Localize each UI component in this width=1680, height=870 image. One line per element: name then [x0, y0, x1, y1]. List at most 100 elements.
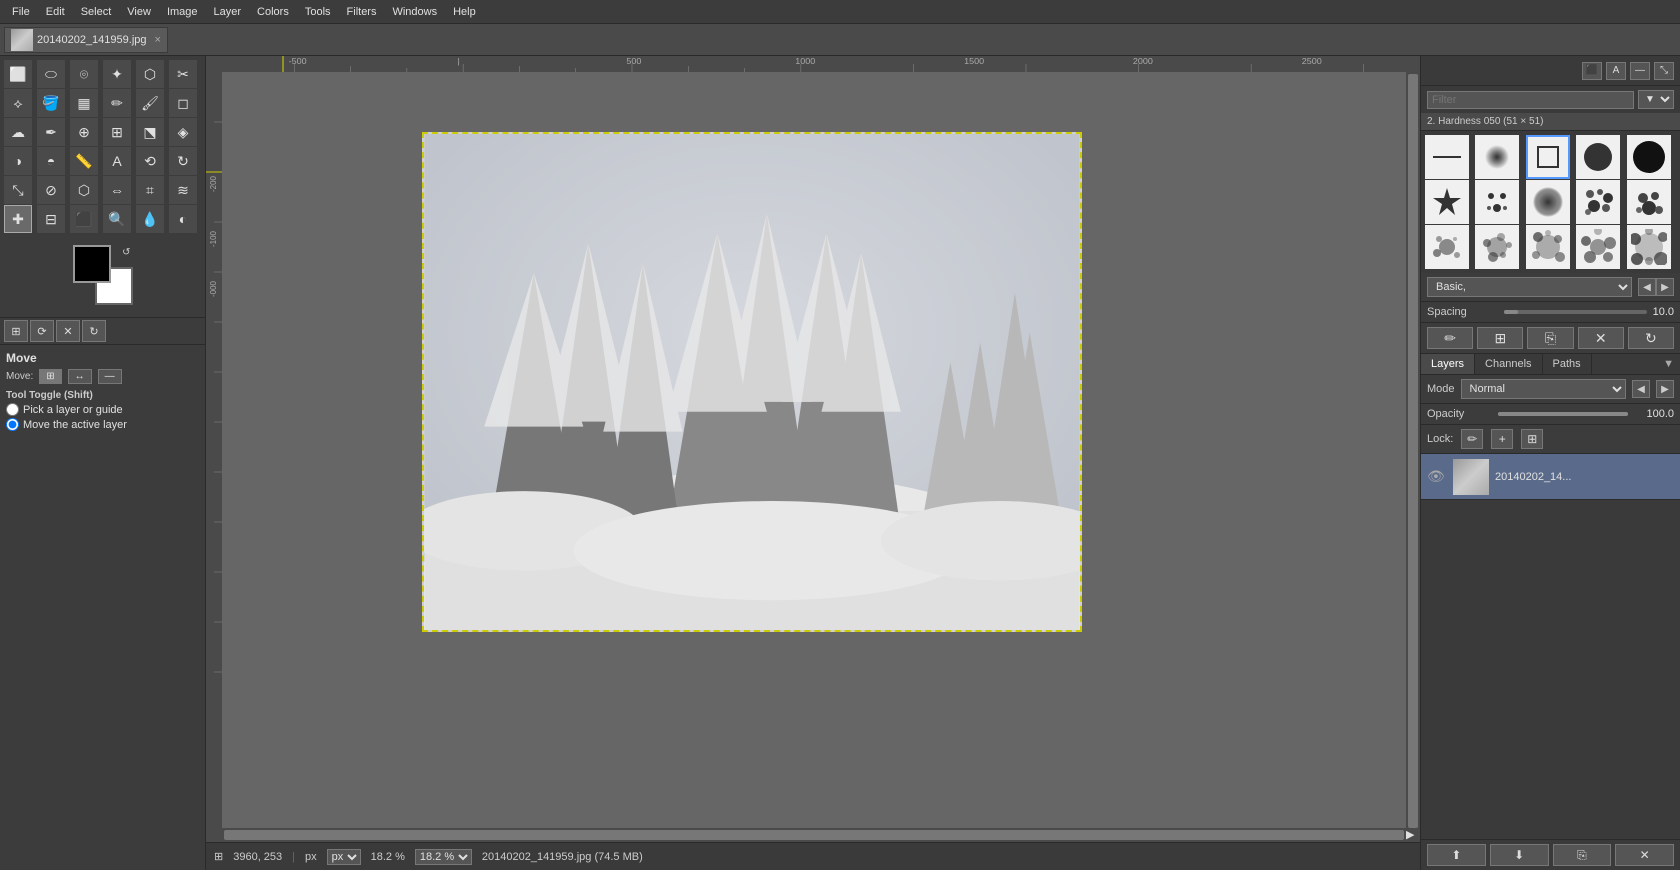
brush-next-btn[interactable]: ▶	[1656, 278, 1674, 296]
lock-pixels-btn[interactable]: ✏	[1461, 429, 1483, 449]
foreground-color-box[interactable]	[73, 245, 111, 283]
brush-cell-splat1[interactable]	[1425, 225, 1469, 269]
menu-item-help[interactable]: Help	[445, 4, 484, 20]
tool-ink[interactable]: ✒	[37, 118, 65, 146]
menu-item-layer[interactable]: Layer	[206, 4, 250, 20]
tool-perspective-clone[interactable]: ⬔	[136, 118, 164, 146]
menu-item-image[interactable]: Image	[159, 4, 206, 20]
brush-edit-btn[interactable]: ✏	[1427, 327, 1473, 349]
brush-cell-star[interactable]	[1425, 180, 1469, 224]
tool-cage[interactable]: ⌗	[136, 176, 164, 204]
menu-item-view[interactable]: View	[119, 4, 159, 20]
tool-flip[interactable]: ⇔	[103, 176, 131, 204]
brush-filter-input[interactable]	[1427, 91, 1634, 109]
tool-warp-transform[interactable]: ≋	[169, 176, 197, 204]
scrollbar-v-thumb[interactable]	[1408, 74, 1418, 828]
tool-by-color-select[interactable]: ⬡	[136, 60, 164, 88]
tab-channels[interactable]: Channels	[1475, 354, 1542, 374]
tool-align[interactable]: ⊟	[37, 205, 65, 233]
tool-paths[interactable]: ⟡	[4, 89, 32, 117]
spacing-track[interactable]	[1504, 310, 1646, 314]
lock-alpha-btn[interactable]: ⊞	[1521, 429, 1543, 449]
fg-bg-colors[interactable]: ↺	[73, 245, 133, 305]
move-arrow-btn[interactable]: ↔	[68, 369, 92, 384]
menu-item-colors[interactable]: Colors	[249, 4, 297, 20]
canvas-viewport[interactable]	[222, 72, 1406, 828]
tool-airbrush[interactable]: ☁	[4, 118, 32, 146]
brush-refresh-btn[interactable]: ↻	[1628, 327, 1674, 349]
tab-paths[interactable]: Paths	[1543, 354, 1592, 374]
panel-close[interactable]: ⤡	[1654, 62, 1674, 80]
tool-zoom[interactable]: 🔍	[103, 205, 131, 233]
tool-rotate[interactable]: ↻	[169, 147, 197, 175]
brush-cell-dots1[interactable]	[1475, 180, 1519, 224]
panel-btn-text[interactable]: A	[1606, 62, 1626, 80]
tab-layers[interactable]: Layers	[1421, 354, 1475, 374]
tab-close-btn[interactable]: ×	[155, 34, 161, 46]
brush-cell-bristle1[interactable]	[1576, 180, 1620, 224]
tool-ellipse-select[interactable]: ⬭	[37, 60, 65, 88]
menu-item-tools[interactable]: Tools	[297, 4, 339, 20]
tool-shear[interactable]: ⊘	[37, 176, 65, 204]
tool-perspective[interactable]: ⬡	[70, 176, 98, 204]
delete-layer-btn[interactable]: ✕	[1615, 844, 1674, 866]
tool-paint-bucket[interactable]: 🪣	[37, 89, 65, 117]
brush-cell-hard-round-selected[interactable]	[1526, 135, 1570, 179]
layer-eye-btn[interactable]: 👁	[1427, 468, 1447, 485]
move-layer-btn[interactable]: ⊞	[39, 369, 61, 384]
tool-transform[interactable]: ⟲	[136, 147, 164, 175]
brush-cell-soft-round[interactable]	[1475, 135, 1519, 179]
tool-scale[interactable]: ⤡	[4, 176, 32, 204]
tool-free-select[interactable]: ⌾	[70, 60, 98, 88]
tool-move[interactable]: ✚	[4, 205, 32, 233]
panel-btn-square[interactable]: ⬛	[1582, 62, 1602, 80]
quit-btn[interactable]: ↻	[82, 320, 106, 342]
zoom-select[interactable]: 18.2 %	[415, 849, 472, 865]
tool-convolve[interactable]: ◈	[169, 118, 197, 146]
tool-rectangle-select[interactable]: ⬜	[4, 60, 32, 88]
tool-text[interactable]: A	[103, 147, 131, 175]
lock-position-btn[interactable]: +	[1491, 429, 1513, 449]
brush-cell-line-h[interactable]	[1425, 135, 1469, 179]
tool-crop[interactable]: ⬛	[70, 205, 98, 233]
layers-panel-menu[interactable]: ▼	[1657, 356, 1680, 372]
brush-cell-splat3[interactable]	[1526, 225, 1570, 269]
image-tab[interactable]: 20140202_141959.jpg ×	[4, 27, 168, 53]
brush-cell-soft-scatter[interactable]	[1526, 180, 1570, 224]
tool-eraser[interactable]: ◻	[169, 89, 197, 117]
script-console-btn[interactable]: ⟳	[30, 320, 54, 342]
brush-filter-dropdown[interactable]: ▼	[1638, 90, 1674, 109]
brush-copy-btn[interactable]: ⎘	[1527, 327, 1573, 349]
color-reset-arrow[interactable]: ↺	[122, 247, 130, 258]
brush-cell-splat5[interactable]	[1627, 225, 1671, 269]
scrollbar-h-thumb[interactable]	[224, 830, 1404, 840]
mode-select[interactable]: Normal	[1461, 379, 1626, 399]
tool-pencil[interactable]: ✏	[103, 89, 131, 117]
brush-cell-splat2[interactable]	[1475, 225, 1519, 269]
menu-item-file[interactable]: File	[4, 4, 38, 20]
new-layer-btn[interactable]: ⬆	[1427, 844, 1486, 866]
raise-layer-btn[interactable]: ⬇	[1490, 844, 1549, 866]
unit-select[interactable]: px	[327, 849, 361, 865]
scrollbar-vertical[interactable]	[1406, 72, 1420, 828]
scroll-end-btn[interactable]: ▶	[1406, 828, 1420, 842]
mode-prev[interactable]: ◀	[1632, 380, 1650, 398]
tool-dodge-burn[interactable]: ◑	[4, 147, 32, 175]
brush-mode-select[interactable]: Basic,	[1427, 277, 1632, 297]
move-line-btn[interactable]: —	[98, 369, 122, 384]
move-active-radio[interactable]	[6, 418, 19, 431]
tool-heal[interactable]: ⊞	[103, 118, 131, 146]
menu-item-windows[interactable]: Windows	[384, 4, 445, 20]
brush-cell-bristle2[interactable]	[1627, 180, 1671, 224]
panel-btn-dash[interactable]: —	[1630, 62, 1650, 80]
tool-foreground-select[interactable]: ◐	[169, 205, 197, 233]
menu-item-edit[interactable]: Edit	[38, 4, 73, 20]
tool-blend[interactable]: ▦	[70, 89, 98, 117]
tool-smudge[interactable]: ◓	[37, 147, 65, 175]
brush-delete-btn[interactable]: ✕	[1578, 327, 1624, 349]
tool-fuzzy-select[interactable]: ✦	[103, 60, 131, 88]
pick-layer-radio[interactable]	[6, 403, 19, 416]
tool-color-picker[interactable]: 💧	[136, 205, 164, 233]
tool-paintbrush[interactable]: 🖌	[136, 89, 164, 117]
delete-image-btn[interactable]: ✕	[56, 320, 80, 342]
